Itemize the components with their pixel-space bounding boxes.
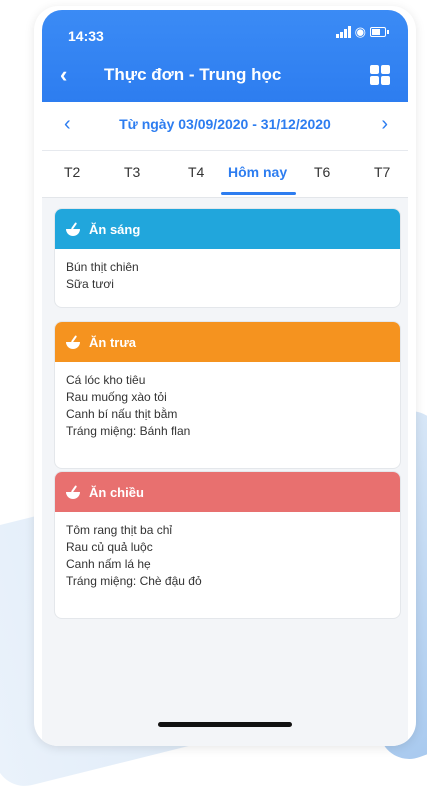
chevron-left-icon[interactable]: ‹ [60,64,67,86]
active-tab-indicator [221,192,296,195]
signal-icon [335,26,351,38]
meal-item: Rau củ quả luộc [66,540,153,554]
meal-card-breakfast: Ăn sáng Bún thịt chiên Sữa tươi [54,208,401,308]
tab-today[interactable]: Hôm nay [228,164,287,180]
tab-t4[interactable]: T4 [188,164,204,180]
meal-item: Tráng miệng: Chè đậu đỏ [66,574,202,588]
meal-card-afternoon: Ăn chiều Tôm rang thịt ba chỉ Rau củ quả… [54,471,401,619]
meal-title: Ăn sáng [89,221,141,237]
wifi-icon: ◉ [354,24,366,39]
tab-t3[interactable]: T3 [124,164,140,180]
meal-title: Ăn trưa [89,334,136,350]
bowl-icon [65,485,81,499]
bowl-icon [65,222,81,236]
status-icons: ◉ [335,24,389,39]
meal-item: Tôm rang thịt ba chỉ [66,523,173,537]
day-tabs: T2 T3 T4 Hôm nay T6 T7 [42,151,408,198]
date-range-selector: ‹ Từ ngày 03/09/2020 - 31/12/2020 › [42,102,408,151]
meal-item: Sữa tươi [66,277,114,291]
meal-items: Cá lóc kho tiêu Rau muống xào tỏi Canh b… [55,362,400,468]
meal-card-header: Ăn trưa [55,322,400,362]
grid-icon[interactable] [370,65,390,85]
meal-card-header: Ăn sáng [55,209,400,249]
meal-item: Bún thịt chiên [66,260,139,274]
meal-items: Bún thịt chiên Sữa tươi [55,249,400,307]
status-time: 14:33 [68,28,104,44]
meal-item: Tráng miệng: Bánh flan [66,424,191,438]
phone-frame: 14:33 ◉ ‹ Thực đơn - Trung học ‹ Từ ngày… [34,6,416,746]
app-header: 14:33 ◉ ‹ Thực đơn - Trung học [42,10,408,102]
meal-card-lunch: Ăn trưa Cá lóc kho tiêu Rau muống xào tỏ… [54,321,401,469]
date-next-button[interactable]: › [381,114,388,134]
meal-item: Cá lóc kho tiêu [66,373,146,387]
app-screen: 14:33 ◉ ‹ Thực đơn - Trung học ‹ Từ ngày… [42,10,408,746]
meal-items: Tôm rang thịt ba chỉ Rau củ quả luộc Can… [55,512,400,618]
page-title: Thực đơn - Trung học [104,65,282,84]
tab-t2[interactable]: T2 [64,164,80,180]
meal-item: Canh bí nấu thịt bằm [66,407,178,421]
home-indicator [158,722,292,727]
tab-t6[interactable]: T6 [314,164,330,180]
meal-item: Rau muống xào tỏi [66,390,167,404]
tab-t7[interactable]: T7 [374,164,390,180]
meal-item: Canh nấm lá hẹ [66,557,151,571]
bowl-icon [65,335,81,349]
battery-icon [370,27,389,37]
date-range-label: Từ ngày 03/09/2020 - 31/12/2020 [119,116,331,132]
meal-title: Ăn chiều [89,484,144,500]
meal-card-header: Ăn chiều [55,472,400,512]
